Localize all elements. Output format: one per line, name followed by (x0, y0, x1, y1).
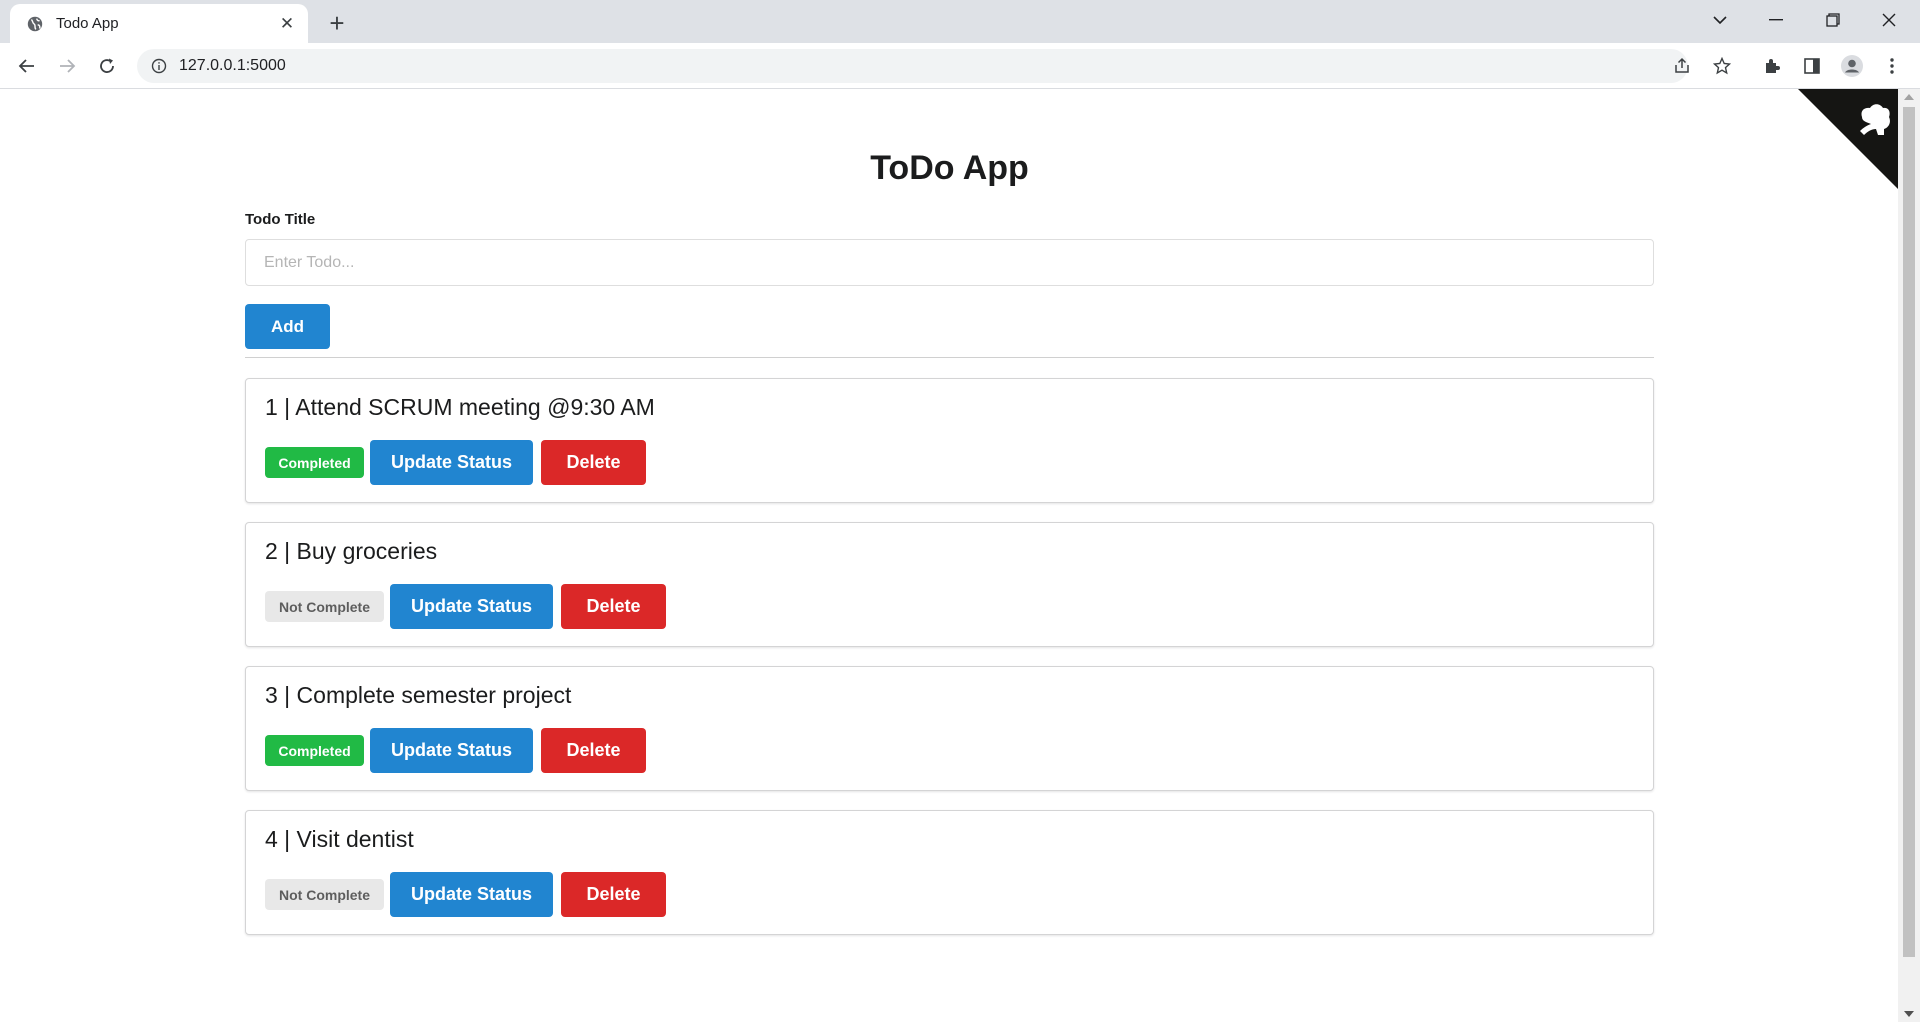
todo-item: 3 | Complete semester project Completed … (245, 666, 1654, 791)
bookmark-star-icon[interactable] (1705, 49, 1739, 83)
page-viewport: ToDo App Todo Title Add 1 | Attend SCRUM… (0, 89, 1898, 1022)
new-tab-button[interactable]: + (322, 8, 352, 38)
todo-heading: 4 | Visit dentist (265, 826, 414, 852)
github-corner-link[interactable] (1798, 89, 1898, 189)
delete-button[interactable]: Delete (561, 584, 666, 629)
minimize-icon[interactable] (1748, 0, 1804, 40)
scroll-up-arrow-icon[interactable] (1904, 94, 1914, 100)
forward-arrow-icon[interactable] (50, 49, 84, 83)
browser-tab[interactable]: Todo App ✕ (10, 4, 308, 43)
update-status-button[interactable]: Update Status (390, 872, 553, 917)
browser-tab-bar: Todo App ✕ + (0, 0, 1920, 43)
share-icon[interactable] (1665, 49, 1699, 83)
delete-button[interactable]: Delete (541, 440, 646, 485)
tab-search-icon[interactable] (1692, 0, 1748, 40)
todo-actions: Not Complete Update Status Delete (265, 872, 666, 917)
todo-actions: Completed Update Status Delete (265, 440, 646, 485)
todo-item: 2 | Buy groceries Not Complete Update St… (245, 522, 1654, 647)
back-arrow-icon[interactable] (10, 49, 44, 83)
close-window-icon[interactable] (1861, 0, 1917, 40)
address-bar[interactable]: 127.0.0.1:5000 (137, 49, 1688, 83)
tab-title: Todo App (56, 15, 119, 32)
globe-icon (27, 16, 43, 31)
todo-heading: 1 | Attend SCRUM meeting @9:30 AM (265, 394, 655, 420)
profile-avatar-icon[interactable] (1835, 49, 1869, 83)
add-todo-button[interactable]: Add (245, 304, 330, 349)
update-status-button[interactable]: Update Status (370, 728, 533, 773)
scroll-down-arrow-icon[interactable] (1904, 1011, 1914, 1017)
todo-item: 1 | Attend SCRUM meeting @9:30 AM Comple… (245, 378, 1654, 503)
status-badge: Completed (265, 447, 364, 478)
browser-toolbar: 127.0.0.1:5000 (0, 43, 1920, 89)
status-badge: Not Complete (265, 879, 384, 910)
url-text: 127.0.0.1:5000 (179, 57, 286, 74)
todo-title-input[interactable] (245, 239, 1654, 286)
delete-button[interactable]: Delete (541, 728, 646, 773)
divider (245, 357, 1654, 359)
vertical-scrollbar[interactable] (1898, 89, 1920, 1022)
todo-heading: 2 | Buy groceries (265, 538, 438, 564)
status-badge: Completed (265, 735, 364, 766)
extensions-icon[interactable] (1755, 49, 1789, 83)
reload-icon[interactable] (90, 49, 124, 83)
todo-list: 1 | Attend SCRUM meeting @9:30 AM Comple… (245, 378, 1654, 954)
github-octocat-icon (1798, 89, 1898, 189)
todo-title-label: Todo Title (245, 211, 316, 228)
restore-icon[interactable] (1805, 0, 1861, 40)
todo-actions: Completed Update Status Delete (265, 728, 646, 773)
todo-item: 4 | Visit dentist Not Complete Update St… (245, 810, 1654, 935)
delete-button[interactable]: Delete (561, 872, 666, 917)
todo-actions: Not Complete Update Status Delete (265, 584, 666, 629)
page-title: ToDo App (870, 149, 1029, 187)
tab-close-icon[interactable]: ✕ (276, 13, 298, 35)
todo-heading: 3 | Complete semester project (265, 682, 572, 708)
more-menu-icon[interactable] (1875, 49, 1909, 83)
status-badge: Not Complete (265, 591, 384, 622)
update-status-button[interactable]: Update Status (370, 440, 533, 485)
site-info-icon[interactable] (151, 58, 167, 74)
scrollbar-thumb[interactable] (1903, 107, 1915, 957)
update-status-button[interactable]: Update Status (390, 584, 553, 629)
side-panel-icon[interactable] (1795, 49, 1829, 83)
